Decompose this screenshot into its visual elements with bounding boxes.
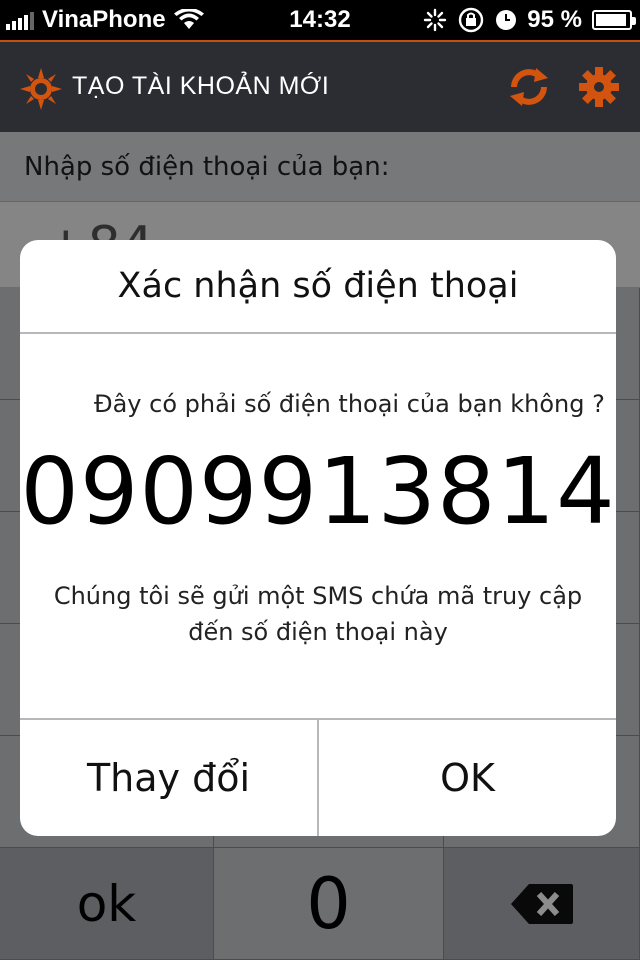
dialog-note-line-1: Chúng tôi sẽ gửi một SMS chứa mã truy cậ… [53, 582, 583, 610]
nav-bar: TẠO TÀI KHOẢN MỚI [0, 42, 640, 132]
activity-spinner-icon [424, 8, 447, 32]
dialog-question: Đây có phải số điện thoại của bạn không … [94, 390, 605, 418]
dialog-note: Chúng tôi sẽ gửi một SMS chứa mã truy cậ… [20, 578, 616, 650]
dialog-note-line-2: đến số điện thoại này [188, 618, 448, 646]
alarm-clock-icon [496, 10, 517, 30]
status-bar: VinaPhone 14:32 95 % [0, 0, 640, 40]
refresh-icon[interactable] [506, 64, 552, 110]
confirm-phone-dialog: Xác nhận số điện thoại Đây có phải số đi… [20, 240, 616, 836]
change-button[interactable]: Thay đổi [20, 720, 317, 836]
battery-percent: 95 % [527, 6, 582, 33]
ok-button[interactable]: OK [317, 720, 616, 836]
dialog-buttons: Thay đổi OK [20, 718, 616, 836]
dialog-title: Xác nhận số điện thoại [20, 240, 616, 334]
dialog-phone-number: 0909913814 [20, 438, 616, 545]
battery-level [596, 14, 627, 26]
rotation-lock-icon [459, 7, 484, 33]
status-icons: 95 % [423, 6, 636, 34]
gear-icon[interactable] [576, 64, 622, 110]
page-title: TẠO TÀI KHOẢN MỚI [72, 72, 330, 100]
battery-icon [592, 10, 636, 30]
sun-logo-icon [20, 68, 62, 110]
